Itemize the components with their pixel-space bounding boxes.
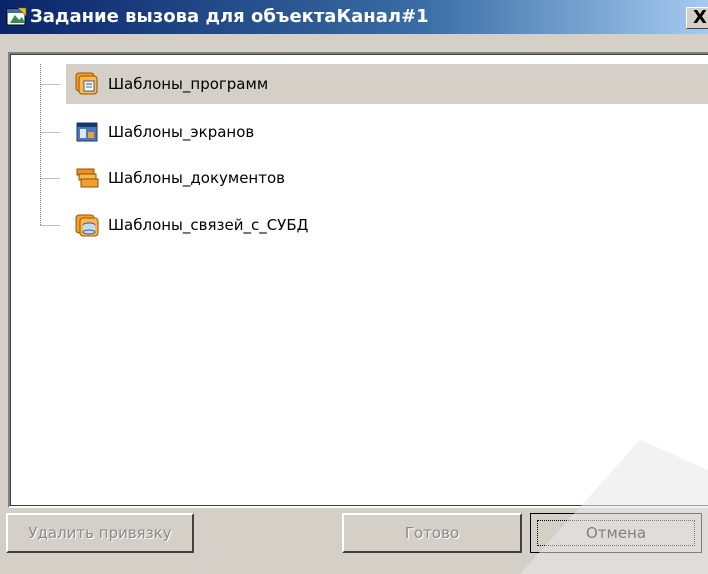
- done-label: Готово: [404, 524, 460, 542]
- tree-item-program-templates[interactable]: Шаблоны_программ: [66, 64, 708, 104]
- cancel-button[interactable]: Отмена: [530, 513, 702, 553]
- tree-item-label: Шаблоны_документов: [108, 169, 285, 187]
- tree-connector-lines: [40, 64, 60, 226]
- close-button[interactable]: X: [686, 7, 708, 29]
- tree-item-screen-templates[interactable]: Шаблоны_экранов: [66, 112, 254, 152]
- program-templates-icon: [75, 72, 98, 95]
- document-templates-icon: [76, 168, 99, 188]
- tree-item-label: Шаблоны_экранов: [108, 123, 255, 141]
- remove-binding-label: Удалить привязку: [28, 524, 172, 542]
- app-icon: [6, 7, 27, 26]
- tree-item-label: Шаблоны_связей_с_СУБД: [108, 216, 309, 234]
- tree-item-document-templates[interactable]: Шаблоны_документов: [66, 158, 285, 198]
- cancel-label: Отмена: [585, 524, 647, 542]
- dialog-window: Задание вызова для объектаКанал#1 X Шабл…: [0, 0, 708, 574]
- dbms-link-templates-icon: [75, 214, 99, 237]
- tree-item-label: Шаблоны_программ: [108, 75, 269, 93]
- title-bar[interactable]: Задание вызова для объектаКанал#1 X: [0, 0, 708, 34]
- templates-tree[interactable]: Шаблоны_программ Шаблоны_экранов Шаблоны…: [8, 52, 708, 508]
- tree-item-dbms-link-templates[interactable]: Шаблоны_связей_с_СУБД: [66, 205, 308, 245]
- screen-templates-icon: [76, 122, 98, 142]
- done-button[interactable]: Готово: [342, 513, 522, 553]
- remove-binding-button[interactable]: Удалить привязку: [6, 513, 194, 553]
- close-icon: X: [693, 7, 707, 28]
- window-title: Задание вызова для объектаКанал#1: [30, 6, 429, 27]
